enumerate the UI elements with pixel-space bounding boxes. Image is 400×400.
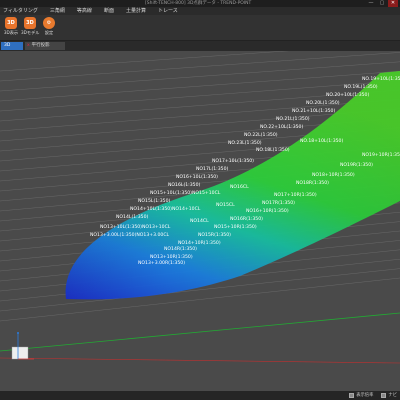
station-label: NO.19+10L(1:350) <box>362 76 400 82</box>
station-label: NO16+10R(1:350) <box>246 208 289 214</box>
station-label: NO.22+10L(1:350) <box>260 124 303 130</box>
station-label: NO15L(1:350) <box>138 198 170 204</box>
station-label: NO.18+10L(1:350) <box>300 138 343 144</box>
settings-button[interactable]: ⚙ 設定 <box>40 16 58 38</box>
window-title: [Shift-TENCH-800] 3D点群データ - TREND-POINT <box>145 1 252 6</box>
axis-gizmo <box>11 332 34 360</box>
station-label: NO16R(1:350) <box>230 216 263 222</box>
station-label: NO.21+10L(1:350) <box>292 108 335 114</box>
menu-bar: フィルタリング 三角網 等高線 断面 土量計算 トレース <box>0 7 400 15</box>
station-label: NO17L(1:350) <box>196 166 228 172</box>
tab-parallel-projection[interactable]: x 平行投影 <box>25 42 65 50</box>
station-label: NO14CL <box>190 218 209 224</box>
navi-icon <box>381 393 387 398</box>
zoom-icon <box>349 393 355 398</box>
minimize-button[interactable]: — <box>366 0 376 7</box>
settings-label: 設定 <box>44 30 54 35</box>
scan-line <box>0 51 289 72</box>
zoom-label: 表示倍率 <box>356 393 374 398</box>
status-tools: 表示倍率 ナビ <box>349 392 397 399</box>
station-label: NO16CL <box>230 184 249 190</box>
status-bar: 表示倍率 ナビ <box>0 391 400 400</box>
menu-section[interactable]: 断面 <box>98 7 120 15</box>
tab-close-icon[interactable]: x <box>27 42 30 50</box>
3d-view-label: 3D表示 <box>3 30 19 35</box>
station-label: NO.18L(1:350) <box>256 147 290 153</box>
station-label: NO.22L(1:350) <box>244 132 278 138</box>
station-label: NO.21L(1:350) <box>276 116 310 122</box>
zoom-display[interactable]: 表示倍率 <box>349 392 373 399</box>
station-label: NO14L(1:350) <box>116 214 148 220</box>
station-label: NO17R(1:350) <box>262 200 295 206</box>
station-label: NO16L(1:350) <box>168 182 200 188</box>
tab-3d[interactable]: 3D <box>1 42 23 50</box>
station-label: NO13+10L(1:350)NO13+10CL <box>100 224 171 230</box>
tab-parallel-projection-label: 平行投影 <box>31 43 50 48</box>
settings-icon: ⚙ <box>43 17 55 29</box>
station-label: NO19+10R(1:350) <box>362 152 400 158</box>
3d-model-button[interactable]: 3D 3Dモデル <box>21 16 39 38</box>
3d-viewport[interactable]: NO.19+10L(1:350) NO.19L(1:350) NO.20+10L(1… <box>0 51 400 391</box>
station-label: NO14R(1:350) <box>164 246 197 252</box>
ribbon-toolbar: 3D 3D表示 3D 3Dモデル ⚙ 設定 <box>0 15 400 41</box>
ground-line <box>0 312 400 352</box>
3d-model-label: 3Dモデル <box>21 30 40 35</box>
station-label: NO13+3.00R(1:350) <box>138 260 185 266</box>
3d-model-icon: 3D <box>24 17 36 29</box>
station-label: NO19R(1:350) <box>340 162 373 168</box>
close-button[interactable]: ✕ <box>388 0 398 7</box>
window-controls: — ▢ ✕ <box>366 0 398 7</box>
navi-display[interactable]: ナビ <box>381 392 397 399</box>
axis-line-red <box>0 357 400 364</box>
station-label: NO15R(1:350) <box>198 232 231 238</box>
station-label: NO13+3.00L(1:350)NO13+3.00CL <box>90 232 170 238</box>
scan-line <box>0 61 400 92</box>
station-label: NO.20+10L(1:350) <box>326 92 369 98</box>
station-label: NO18+10R(1:350) <box>312 172 355 178</box>
station-label: NO15+10R(1:350) <box>214 224 257 230</box>
station-label: NO17+10R(1:350) <box>274 192 317 198</box>
station-label: NO16+10L(1:350) <box>176 174 218 180</box>
3d-view-button[interactable]: 3D 3D表示 <box>2 16 20 38</box>
maximize-button[interactable]: ▢ <box>377 0 387 7</box>
station-label: NO13+10R(1:350) <box>150 254 193 260</box>
document-tab-bar: 3D x 平行投影 <box>0 41 400 51</box>
station-label: NO.23L(1:350) <box>228 140 262 146</box>
menu-trace[interactable]: トレース <box>152 7 184 15</box>
station-label: NO14+10R(1:350) <box>178 240 221 246</box>
station-label: NO17+10L(1:350) <box>212 158 254 164</box>
3d-view-icon: 3D <box>5 17 17 29</box>
station-label: NO18R(1:350) <box>296 180 329 186</box>
title-bar: [Shift-TENCH-800] 3D点群データ - TREND-POINT … <box>0 0 400 7</box>
station-label: NO.19L(1:350) <box>344 84 378 90</box>
station-label: NO.20L(1:350) <box>306 100 340 106</box>
menu-contour[interactable]: 等高線 <box>71 7 98 15</box>
menu-filtering[interactable]: フィルタリング <box>0 7 44 15</box>
menu-triangulation[interactable]: 三角網 <box>44 7 71 15</box>
point-cloud-canvas[interactable]: NO.19+10L(1:350) NO.19L(1:350) NO.20+10L(1… <box>0 51 400 391</box>
station-label: NO15CL <box>216 202 235 208</box>
navi-label: ナビ <box>388 393 397 398</box>
station-label: NO14+10L(1:350)NO14+10CL <box>130 206 201 212</box>
station-label: NO15+10L(1:350)NO15+10CL <box>150 190 221 196</box>
menu-earthwork[interactable]: 土量計算 <box>120 7 152 15</box>
